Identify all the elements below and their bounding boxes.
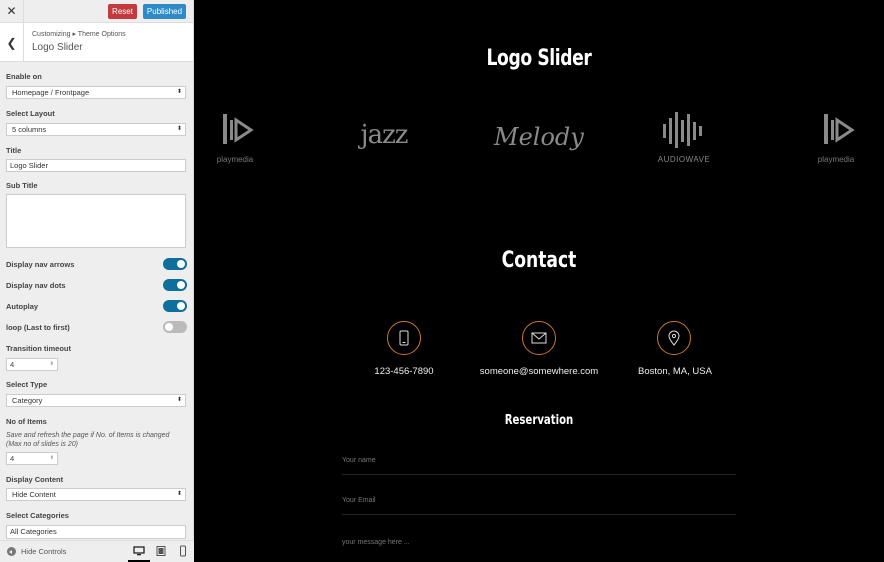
enable-on-value: Homepage / Frontpage xyxy=(12,88,90,97)
autoplay-toggle[interactable] xyxy=(163,300,187,312)
phone-icon xyxy=(387,321,421,355)
email-input[interactable]: Your Email xyxy=(342,497,736,515)
contact-address: Boston, MA, USA xyxy=(638,366,712,377)
name-input[interactable]: Your name xyxy=(342,457,736,475)
select-arrows-icon: ⬍ xyxy=(176,491,182,497)
logo-audiowave[interactable]: AUDIOWAVE xyxy=(654,110,714,166)
jazz-logo-text: jazz xyxy=(360,120,409,150)
display-content-value: Hide Content xyxy=(12,490,56,499)
layout-select[interactable]: 5 columns ⬍ xyxy=(6,123,186,136)
categories-select[interactable]: All Categories xyxy=(6,525,186,539)
hide-controls-label: Hide Controls xyxy=(21,547,67,556)
nav-arrows-toggle[interactable] xyxy=(163,258,187,270)
loop-toggle[interactable] xyxy=(163,321,187,333)
select-arrows-icon: ⬍ xyxy=(176,397,182,403)
toggle-knob xyxy=(177,281,185,289)
location-pin-icon xyxy=(657,321,691,355)
logo-melody[interactable]: Melody xyxy=(494,122,584,178)
tablet-icon[interactable] xyxy=(155,545,167,557)
timeout-input[interactable]: 4 ⬍ xyxy=(6,358,58,371)
items-input[interactable]: 4 ⬍ xyxy=(6,452,58,465)
spinner-icon[interactable]: ⬍ xyxy=(50,359,54,370)
subtitle-textarea[interactable] xyxy=(6,194,186,248)
logo-slider-heading: Logo Slider xyxy=(486,46,592,71)
melody-logo-text: Melody xyxy=(494,123,584,151)
publish-button[interactable]: Published xyxy=(143,4,186,19)
breadcrumb: Customizing ▸ Theme Options xyxy=(32,31,126,38)
items-description: Save and refresh the page if No. of Item… xyxy=(6,432,170,448)
customizer-footer: Hide Controls xyxy=(0,540,194,562)
customizer-topbar: ✕ Reset Published xyxy=(0,0,193,23)
type-label: Select Type xyxy=(6,380,48,389)
collapse-icon xyxy=(7,547,16,556)
logo-caption: AUDIOWAVE xyxy=(657,155,711,164)
reset-button[interactable]: Reset xyxy=(108,4,137,19)
playmedia-logo-icon xyxy=(824,114,855,144)
title-input[interactable]: Logo Slider xyxy=(6,159,186,172)
display-content-select[interactable]: Hide Content ⬍ xyxy=(6,488,186,501)
layout-value: 5 columns xyxy=(12,125,47,134)
nav-dots-toggle[interactable] xyxy=(163,279,187,291)
select-arrows-icon: ⬍ xyxy=(176,89,182,95)
mobile-icon[interactable] xyxy=(177,545,189,557)
contact-heading: Contact xyxy=(501,248,577,273)
select-arrows-icon: ⬍ xyxy=(176,126,182,132)
playmedia-logo-icon xyxy=(223,114,254,144)
section-header: ❮ Customizing ▸ Theme Options Logo Slide… xyxy=(0,23,193,62)
logo-playmedia-2[interactable]: playmedia xyxy=(808,110,864,166)
type-select[interactable]: Category ⬍ xyxy=(6,394,186,407)
nav-dots-label: Display nav dots xyxy=(6,281,66,290)
timeout-label: Transition timeout xyxy=(6,344,72,353)
logo-caption: playmedia xyxy=(817,155,855,164)
customizer-panel: ✕ Reset Published ❮ Customizing ▸ Theme … xyxy=(0,0,194,562)
title-label: Title xyxy=(6,146,22,155)
audiowave-logo-icon xyxy=(663,112,702,148)
enable-on-label: Enable on xyxy=(6,72,42,81)
display-content-label: Display Content xyxy=(6,475,64,484)
nav-arrows-label: Display nav arrows xyxy=(6,260,75,269)
timeout-value: 4 xyxy=(10,360,15,369)
hide-controls-button[interactable]: Hide Controls xyxy=(7,547,66,556)
enable-on-select[interactable]: Homepage / Frontpage ⬍ xyxy=(6,86,186,99)
loop-label: loop (Last to first) xyxy=(6,323,70,332)
site-preview: Logo Slider playmedia jazz Melody AUDIOW… xyxy=(194,0,884,562)
logo-jazz[interactable]: jazz xyxy=(356,120,412,176)
type-value: Category xyxy=(12,396,43,405)
categories-label: Select Categories xyxy=(6,511,69,520)
section-title: Logo Slider xyxy=(32,42,83,53)
items-value: 4 xyxy=(10,454,15,463)
items-label: No of Items xyxy=(6,417,47,426)
back-arrow-icon[interactable]: ❮ xyxy=(0,23,24,62)
toggle-knob xyxy=(177,260,185,268)
autoplay-label: Autoplay xyxy=(6,302,39,311)
close-icon[interactable]: ✕ xyxy=(0,0,24,22)
desktop-icon[interactable] xyxy=(133,545,145,557)
layout-label: Select Layout xyxy=(6,109,55,118)
toggle-knob xyxy=(177,302,185,310)
message-textarea[interactable]: your message here ... xyxy=(342,539,736,556)
envelope-icon xyxy=(522,321,556,355)
logo-playmedia[interactable]: playmedia xyxy=(208,110,262,166)
reservation-heading: Reservation xyxy=(504,413,574,428)
subtitle-label: Sub Title xyxy=(6,181,38,190)
spinner-icon[interactable]: ⬍ xyxy=(50,453,54,464)
logo-caption: playmedia xyxy=(216,155,254,164)
toggle-knob xyxy=(165,323,173,331)
